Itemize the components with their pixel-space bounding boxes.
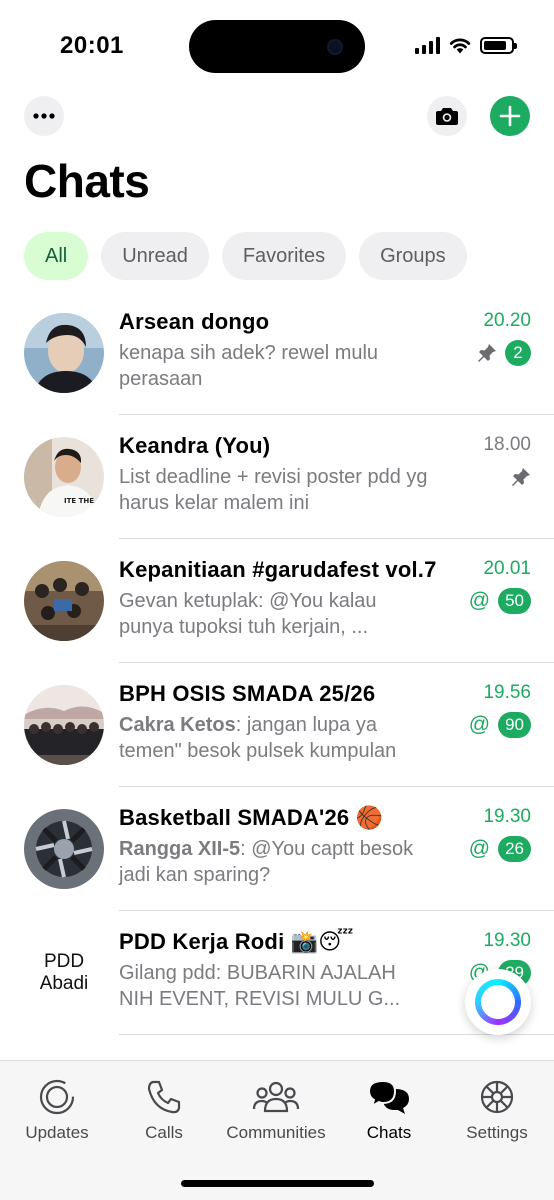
chats-icon [367, 1079, 409, 1114]
filter-unread[interactable]: Unread [101, 232, 209, 280]
battery-level [484, 40, 507, 50]
communities-icon [252, 1081, 300, 1113]
divider [119, 1034, 554, 1035]
chat-name: Basketball SMADA'26 🏀 [119, 805, 384, 830]
filter-chips: All Unread Favorites Groups [24, 232, 467, 280]
gear-icon [480, 1080, 514, 1114]
chat-preview: kenapa sih adek? rewel mulu perasaan [119, 342, 379, 390]
dynamic-island [189, 20, 365, 73]
plus-icon [499, 105, 521, 127]
mention-indicator: @ [468, 713, 491, 736]
avatar-text-line: PDD [43, 951, 85, 972]
more-options-button[interactable] [24, 96, 64, 136]
avatar [24, 313, 104, 393]
chat-preview: List deadline + revisi poster pdd yg har… [119, 466, 428, 514]
battery-icon [480, 36, 517, 54]
front-camera [327, 39, 343, 55]
message-sender: Cakra Ketos [119, 714, 236, 736]
phone-icon [147, 1080, 181, 1114]
new-chat-button[interactable] [490, 96, 530, 136]
tab-updates[interactable]: Updates [2, 1077, 112, 1143]
tab-label: Chats [366, 1123, 412, 1142]
chat-time: 19.30 [483, 930, 531, 951]
camera-icon [436, 108, 458, 125]
chat-time: 19.30 [483, 806, 531, 827]
avatar-text-line: Abadi [39, 973, 89, 994]
chat-name: Keandra (You) [119, 433, 271, 458]
chat-badges: @ 26 [469, 836, 531, 862]
chat-badges [511, 464, 531, 490]
tab-bar: Updates Calls Communities Chats Settings [0, 1060, 554, 1200]
status-bar: 20:01 [0, 0, 554, 92]
ellipsis-icon [33, 113, 55, 119]
avatar [24, 561, 104, 641]
unread-count-badge: 26 [498, 836, 531, 862]
chat-preview: Cakra Ketos: jangan lupa ya temen" besok… [119, 712, 429, 764]
meta-ai-button[interactable] [465, 969, 531, 1035]
chat-name: PDD Kerja Rodi 📸😴 [119, 929, 354, 954]
status-time: 20:01 [60, 32, 124, 59]
avatar: ITE THE [24, 437, 104, 517]
unread-count-badge: 90 [498, 712, 531, 738]
tab-label: Settings [466, 1123, 528, 1142]
chat-row-keandra-you[interactable]: ITE THE Keandra (You) List deadline + re… [0, 415, 554, 539]
mention-indicator: @ [468, 589, 491, 612]
chat-list: Arsean dongo kenapa sih adek? rewel mulu… [0, 291, 554, 1060]
avatar [24, 809, 104, 889]
wifi-icon [449, 38, 471, 54]
message-sender: Rangga XII-5 [119, 838, 241, 860]
chat-name: Kepanitiaan #garudafest vol.7 [119, 557, 437, 582]
chat-preview: Gevan ketuplak: @You kalau punya tupoksi… [119, 590, 377, 638]
tab-label: Calls [145, 1123, 183, 1142]
filter-favorites[interactable]: Favorites [221, 232, 347, 280]
chat-preview: Rangga XII-5: @You captt besok jadi kan … [119, 836, 429, 888]
avatar [24, 685, 104, 765]
tab-label: Communities [226, 1123, 326, 1142]
status-icons [415, 36, 517, 54]
chat-badges: @ 90 [469, 712, 531, 738]
chat-name: Arsean dongo [119, 309, 270, 334]
tab-settings[interactable]: Settings [442, 1077, 552, 1143]
chat-row-basketball-smada[interactable]: Basketball SMADA'26 🏀 Rangga XII-5: @You… [0, 787, 554, 911]
chat-preview: Gilang pdd: BUBARIN AJALAH NIH EVENT, RE… [119, 962, 401, 1010]
page-title: Chats [24, 155, 150, 207]
mention-indicator: @ [468, 837, 491, 860]
pin-icon [512, 468, 530, 486]
updates-icon [39, 1079, 75, 1115]
meta-ai-icon [475, 979, 521, 1025]
pin-icon [478, 344, 496, 362]
unread-count-badge: 50 [498, 588, 531, 614]
tab-chats[interactable]: Chats [334, 1077, 444, 1143]
chat-time: 18.00 [483, 434, 531, 455]
chat-name: BPH OSIS SMADA 25/26 [119, 681, 376, 706]
chat-time: 20.20 [483, 310, 531, 331]
tab-calls[interactable]: Calls [109, 1077, 219, 1143]
chat-row-bph-osis-smada[interactable]: BPH OSIS SMADA 25/26 Cakra Ketos: jangan… [0, 663, 554, 787]
tab-communities[interactable]: Communities [221, 1077, 331, 1143]
camera-button[interactable] [427, 96, 467, 136]
home-indicator [181, 1180, 374, 1187]
unread-count-badge: 2 [505, 340, 531, 366]
filter-all[interactable]: All [24, 232, 89, 280]
chat-time: 19.56 [483, 682, 531, 703]
chat-badges: @ 50 [469, 588, 531, 614]
filter-groups[interactable]: Groups [359, 232, 467, 280]
svg-text:ITE THE: ITE THE [64, 497, 94, 505]
tab-label: Updates [25, 1123, 89, 1142]
chat-badges: 2 [477, 340, 531, 366]
cellular-signal-icon [415, 36, 440, 54]
chat-row-kepanitiaan-garudafest[interactable]: Kepanitiaan #garudafest vol.7 Gevan ketu… [0, 539, 554, 663]
chat-time: 20.01 [483, 558, 531, 579]
chat-row-arsean-dongo[interactable]: Arsean dongo kenapa sih adek? rewel mulu… [0, 291, 554, 415]
avatar: PDD Abadi [24, 933, 104, 1013]
